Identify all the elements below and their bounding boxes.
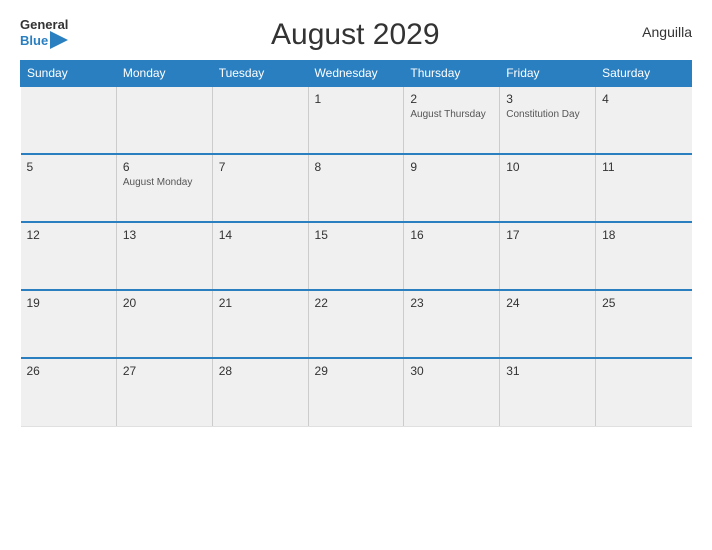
day-cell: 4 (596, 86, 692, 154)
day-cell: 24 (500, 290, 596, 358)
day-event: August Thursday (410, 108, 493, 121)
calendar-table: Sunday Monday Tuesday Wednesday Thursday… (20, 60, 692, 427)
header-sunday: Sunday (21, 61, 117, 87)
calendar-page: General Blue August 2029 Anguilla Sunday… (0, 0, 712, 550)
day-number: 8 (315, 160, 398, 174)
day-number: 14 (219, 228, 302, 242)
day-cell: 2 August Thursday (404, 86, 500, 154)
day-cell: 1 (308, 86, 404, 154)
day-cell: 16 (404, 222, 500, 290)
week-row-2: 56 August Monday 789 10 11 (21, 154, 692, 222)
day-number: 27 (123, 364, 206, 378)
day-cell: 31 (500, 358, 596, 426)
day-number: 9 (410, 160, 493, 174)
day-cell: 8 (308, 154, 404, 222)
day-cell (212, 86, 308, 154)
day-number: 26 (27, 364, 110, 378)
day-cell: 23 (404, 290, 500, 358)
day-cell: 29 (308, 358, 404, 426)
day-number: 3 (506, 92, 589, 106)
day-number: 22 (315, 296, 398, 310)
day-cell: 9 (404, 154, 500, 222)
day-cell: 25 (596, 290, 692, 358)
day-number: 13 (123, 228, 206, 242)
day-cell: 22 (308, 290, 404, 358)
day-number: 4 (602, 92, 685, 106)
header: General Blue August 2029 Anguilla (20, 18, 692, 52)
day-number: 31 (506, 364, 589, 378)
day-number: 28 (219, 364, 302, 378)
day-number: 12 (27, 228, 110, 242)
week-row-1: 12 August Thursday 3 Constitution Day 4 (21, 86, 692, 154)
day-number: 6 (123, 160, 206, 174)
day-cell: 5 (21, 154, 117, 222)
day-number: 23 (410, 296, 493, 310)
day-cell: 11 (596, 154, 692, 222)
day-cell: 10 (500, 154, 596, 222)
day-cell: 27 (116, 358, 212, 426)
logo-general: General (20, 18, 68, 31)
day-cell: 17 (500, 222, 596, 290)
logo: General Blue (20, 18, 68, 49)
day-cell: 6 August Monday (116, 154, 212, 222)
day-number: 20 (123, 296, 206, 310)
day-cell: 30 (404, 358, 500, 426)
day-cell: 21 (212, 290, 308, 358)
header-wednesday: Wednesday (308, 61, 404, 87)
day-number: 1 (315, 92, 398, 106)
day-cell: 20 (116, 290, 212, 358)
day-number: 10 (506, 160, 589, 174)
header-saturday: Saturday (596, 61, 692, 87)
header-monday: Monday (116, 61, 212, 87)
day-cell: 19 (21, 290, 117, 358)
day-cell: 26 (21, 358, 117, 426)
day-number: 21 (219, 296, 302, 310)
header-friday: Friday (500, 61, 596, 87)
day-number: 29 (315, 364, 398, 378)
week-row-3: 12 13 14 15 16 17 18 (21, 222, 692, 290)
day-number: 18 (602, 228, 685, 242)
header-tuesday: Tuesday (212, 61, 308, 87)
day-event: August Monday (123, 176, 206, 189)
day-number: 7 (219, 160, 302, 174)
country-name: Anguilla (642, 24, 692, 40)
day-number: 11 (602, 160, 685, 174)
header-thursday: Thursday (404, 61, 500, 87)
day-number: 15 (315, 228, 398, 242)
day-cell (596, 358, 692, 426)
logo-icon (50, 31, 68, 49)
day-cell: 12 (21, 222, 117, 290)
day-number: 16 (410, 228, 493, 242)
day-cell: 3 Constitution Day (500, 86, 596, 154)
day-cell (116, 86, 212, 154)
day-cell: 18 (596, 222, 692, 290)
logo-blue: Blue (20, 34, 48, 47)
day-event: Constitution Day (506, 108, 589, 121)
day-number: 24 (506, 296, 589, 310)
weekday-header-row: Sunday Monday Tuesday Wednesday Thursday… (21, 61, 692, 87)
day-cell: 14 (212, 222, 308, 290)
day-number: 5 (27, 160, 110, 174)
calendar-title: August 2029 (68, 18, 642, 52)
day-number: 2 (410, 92, 493, 106)
day-cell: 28 (212, 358, 308, 426)
day-cell (21, 86, 117, 154)
day-cell: 7 (212, 154, 308, 222)
day-number: 25 (602, 296, 685, 310)
day-number: 30 (410, 364, 493, 378)
day-number: 17 (506, 228, 589, 242)
week-row-4: 19 20 21 22 23 24 25 (21, 290, 692, 358)
week-row-5: 26 27 28 29 30 31 (21, 358, 692, 426)
day-cell: 13 (116, 222, 212, 290)
day-number: 19 (27, 296, 110, 310)
day-cell: 15 (308, 222, 404, 290)
